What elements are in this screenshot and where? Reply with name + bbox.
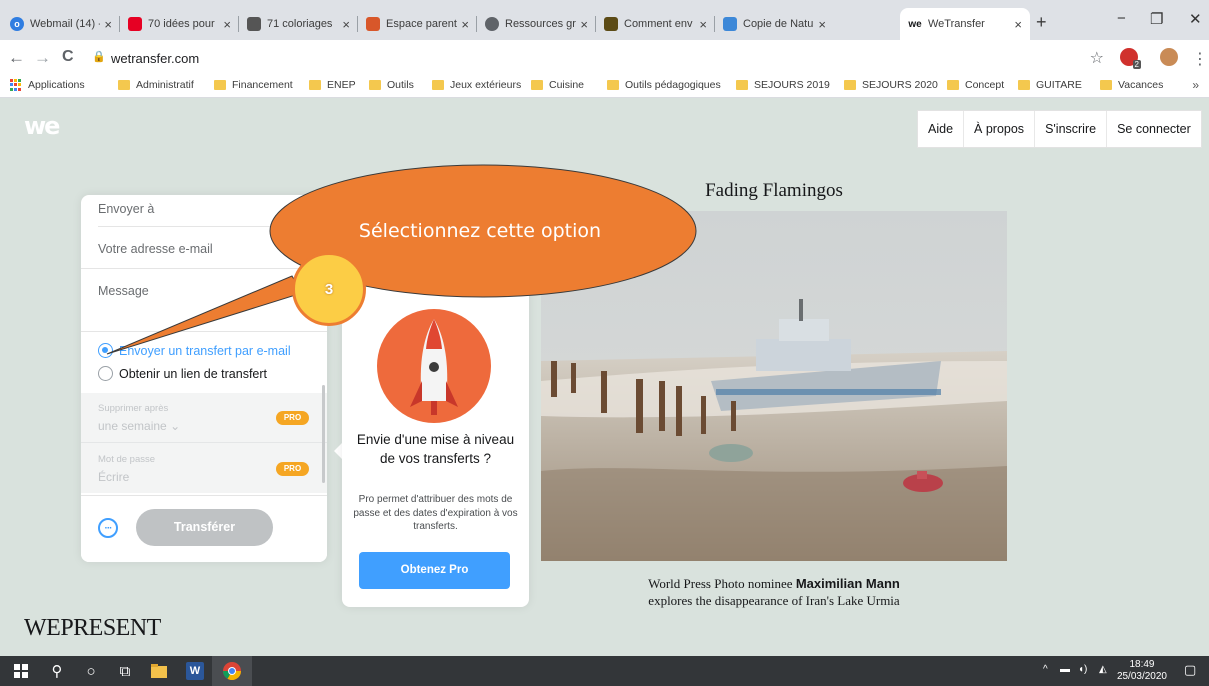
battery-icon[interactable]: ▬ xyxy=(1060,664,1070,675)
bookmark-concept[interactable]: Concept xyxy=(947,79,1004,91)
folder-icon xyxy=(1100,80,1112,90)
callout-overlay xyxy=(106,164,697,355)
bookmark-sejours-2020[interactable]: SEJOURS 2020 xyxy=(844,79,938,91)
extension-badge: 2 xyxy=(1132,60,1141,69)
close-icon[interactable]: × xyxy=(818,17,826,32)
close-icon[interactable]: × xyxy=(1014,17,1022,32)
lock-icon: 🔒 xyxy=(92,51,106,63)
cortana-icon[interactable]: ○ xyxy=(82,662,100,680)
callout-pointer xyxy=(106,275,303,355)
tab-coloriages[interactable]: 71 coloriages × xyxy=(239,8,358,40)
system-clock[interactable]: 18:49 25/03/2020 xyxy=(1117,659,1167,683)
close-icon[interactable]: × xyxy=(223,17,231,32)
forward-button[interactable]: → xyxy=(34,48,51,68)
folder-icon xyxy=(947,80,959,90)
close-icon[interactable]: × xyxy=(699,17,707,32)
video-icon xyxy=(604,17,618,31)
apps-icon xyxy=(10,79,22,91)
callout-text: Sélectionnez cette option xyxy=(358,220,602,242)
bookmark-jeux-exterieurs[interactable]: Jeux extérieurs xyxy=(432,79,521,91)
bookmark-applications[interactable]: Applications xyxy=(10,79,85,91)
search-icon[interactable]: ⚲ xyxy=(48,662,66,680)
file-explorer-icon[interactable] xyxy=(150,662,168,680)
bookmark-guitare[interactable]: GUITARE xyxy=(1018,79,1082,91)
bookmark-financement[interactable]: Financement xyxy=(214,79,293,91)
word-icon[interactable]: W xyxy=(186,662,204,680)
browser-menu-icon[interactable]: ⋮ xyxy=(1192,49,1208,69)
minimize-button[interactable]: − xyxy=(1117,10,1126,27)
tab-espace-parent[interactable]: Espace parent × xyxy=(358,8,477,40)
bookmark-vacances[interactable]: Vacances xyxy=(1100,79,1163,91)
tab-copie-nature[interactable]: Copie de Natu × xyxy=(715,8,834,40)
back-button[interactable]: ← xyxy=(8,48,25,68)
step-number-badge: 3 xyxy=(292,252,366,326)
folder-icon xyxy=(1018,80,1030,90)
folder-icon xyxy=(607,80,619,90)
tray-overflow-icon[interactable]: ^ xyxy=(1043,664,1048,675)
pinterest-icon xyxy=(128,17,142,31)
close-icon[interactable]: × xyxy=(461,17,469,32)
folder-icon xyxy=(432,80,444,90)
folder-icon xyxy=(369,80,381,90)
close-icon[interactable]: × xyxy=(580,17,588,32)
bookmark-cuisine[interactable]: Cuisine xyxy=(531,79,584,91)
browser-toolbar: ← → C 🔒 wetransfer.com ☆ 2 ⋮ xyxy=(0,40,1209,76)
close-icon[interactable]: × xyxy=(104,17,112,32)
windows-taskbar: ⚲ ○ ⧉ W ^ ▬ ◖) ◭ 18:49 25/03/2020 ▢ xyxy=(0,656,1209,686)
bookmark-star-icon[interactable]: ☆ xyxy=(1090,48,1104,68)
tab-comment-envoyer[interactable]: Comment env × xyxy=(596,8,715,40)
browser-tab-strip: o Webmail (14) - × 70 idées pour × 71 co… xyxy=(0,0,1209,40)
folder-icon xyxy=(736,80,748,90)
folder-icon xyxy=(844,80,856,90)
adblock-extension-icon[interactable]: 2 xyxy=(1120,48,1141,69)
profile-avatar[interactable] xyxy=(1160,48,1178,66)
notifications-icon[interactable]: ▢ xyxy=(1184,662,1196,678)
bookmark-enep[interactable]: ENEP xyxy=(309,79,356,91)
restore-button[interactable]: ❐ xyxy=(1150,10,1163,28)
wetransfer-icon: we xyxy=(908,17,922,31)
bookmarks-overflow-icon[interactable]: » xyxy=(1192,78,1199,92)
tab-pinterest[interactable]: 70 idées pour × xyxy=(120,8,239,40)
new-tab-button[interactable]: + xyxy=(1036,12,1047,33)
bookmark-outils-pedagogiques[interactable]: Outils pédagogiques xyxy=(607,79,721,91)
folder-icon xyxy=(214,80,226,90)
tab-ressources[interactable]: Ressources gra × xyxy=(477,8,596,40)
folder-icon xyxy=(309,80,321,90)
volume-icon[interactable]: ◖) xyxy=(1078,664,1087,675)
address-bar[interactable]: 🔒 wetransfer.com ☆ xyxy=(90,46,1110,72)
reload-button[interactable]: C xyxy=(62,48,74,66)
bookmarks-bar: Applications Administratif Financement E… xyxy=(0,76,1209,98)
folder-icon xyxy=(531,80,543,90)
network-icon[interactable]: ◭ xyxy=(1099,664,1107,675)
docs-icon xyxy=(723,17,737,31)
bookmark-sejours-2019[interactable]: SEJOURS 2019 xyxy=(736,79,830,91)
webmail-icon: o xyxy=(10,17,24,31)
wetransfer-page: we Aide À propos S'inscrire Se connecter… xyxy=(0,98,1209,656)
tab-webmail[interactable]: o Webmail (14) - × xyxy=(2,8,120,40)
window-close-button[interactable]: ✕ xyxy=(1189,10,1202,28)
bookmark-outils[interactable]: Outils xyxy=(369,79,414,91)
parent-icon xyxy=(366,17,380,31)
bookmark-administratif[interactable]: Administratif xyxy=(118,79,194,91)
close-icon[interactable]: × xyxy=(342,17,350,32)
url-text: wetransfer.com xyxy=(111,51,200,66)
task-view-icon[interactable]: ⧉ xyxy=(116,662,134,680)
folder-icon xyxy=(118,80,130,90)
coloring-icon xyxy=(247,17,261,31)
globe-icon xyxy=(485,17,499,31)
tab-wetransfer[interactable]: we WeTransfer × xyxy=(900,8,1030,40)
windows-start-icon[interactable] xyxy=(12,662,30,680)
chrome-taskbar-button[interactable] xyxy=(212,656,252,686)
